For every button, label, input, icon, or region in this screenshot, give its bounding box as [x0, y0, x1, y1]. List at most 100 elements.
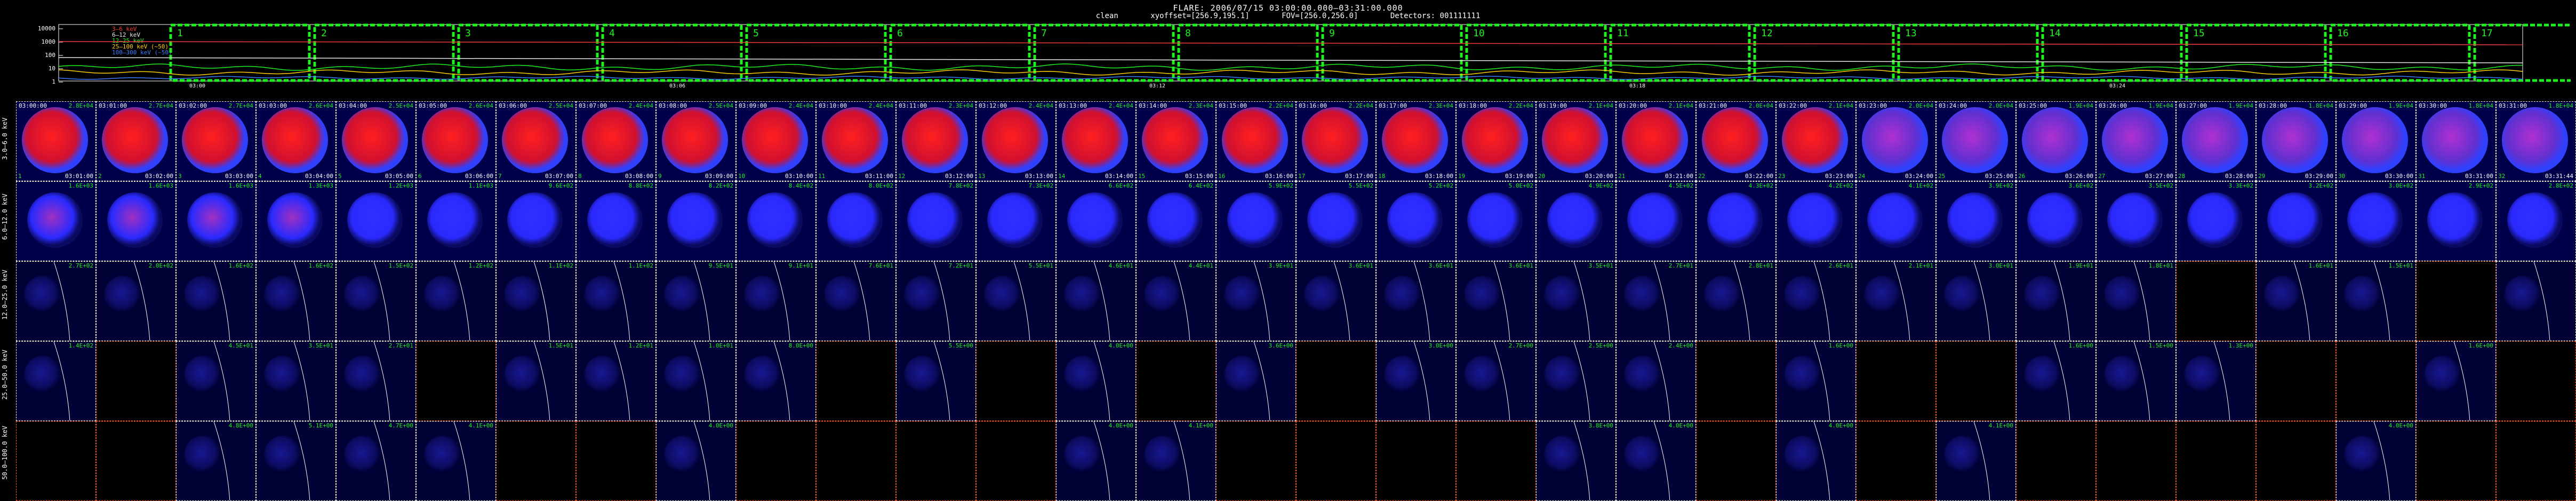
empty-image-cell[interactable] — [2256, 421, 2336, 501]
empty-image-cell[interactable] — [416, 341, 496, 421]
image-cell[interactable]: 03:27:00 03:28:00 1.9E+04 28 — [2176, 101, 2256, 181]
image-cell[interactable]: 1.6E+02 — [256, 261, 336, 341]
image-cell[interactable]: 4.5E+01 — [176, 341, 256, 421]
image-cell[interactable]: 5.2E+02 — [1376, 181, 1456, 261]
empty-image-cell[interactable] — [816, 421, 896, 501]
image-cell[interactable]: 03:05:00 03:06:00 2.6E+04 6 — [416, 101, 496, 181]
empty-image-cell[interactable] — [2096, 421, 2176, 501]
image-cell[interactable]: 03:25:00 03:26:00 1.9E+04 26 — [2016, 101, 2096, 181]
image-cell[interactable]: 03:28:00 03:29:00 1.8E+04 29 — [2256, 101, 2336, 181]
image-cell[interactable]: 03:23:00 03:24:00 2.0E+04 24 — [1856, 101, 1936, 181]
image-cell[interactable]: 03:11:00 03:12:00 2.3E+04 12 — [896, 101, 976, 181]
image-cell[interactable]: 3.9E+02 — [1936, 181, 2016, 261]
image-cell[interactable]: 3.9E+01 — [1216, 261, 1296, 341]
image-cell[interactable]: 1.6E+00 — [2416, 341, 2496, 421]
image-cell[interactable]: 03:02:00 03:03:00 2.7E+04 3 — [176, 101, 256, 181]
empty-image-cell[interactable] — [576, 421, 656, 501]
image-cell[interactable]: 3.6E+01 — [1296, 261, 1376, 341]
empty-image-cell[interactable] — [1856, 421, 1936, 501]
image-cell[interactable]: 5.5E+02 — [1296, 181, 1376, 261]
empty-image-cell[interactable] — [2336, 341, 2416, 421]
image-cell[interactable]: 1.2E+01 — [576, 341, 656, 421]
image-cell[interactable]: 4.6E+01 — [1056, 261, 1136, 341]
image-cell[interactable]: 03:15:00 03:16:00 2.2E+04 16 — [1216, 101, 1296, 181]
image-cell[interactable]: 9.6E+02 — [496, 181, 576, 261]
image-cell[interactable]: 1.5E+01 — [2336, 261, 2416, 341]
image-cell[interactable]: 7.2E+01 — [896, 261, 976, 341]
empty-image-cell[interactable] — [2176, 421, 2256, 501]
image-cell[interactable]: 1.2E+02 — [416, 261, 496, 341]
image-cell[interactable]: 8.8E+02 — [576, 181, 656, 261]
image-cell[interactable]: 8.4E+02 — [736, 181, 816, 261]
image-cell[interactable]: 3.2E+02 — [2256, 181, 2336, 261]
image-cell[interactable]: 1.8E+01 — [2096, 261, 2176, 341]
image-cell[interactable]: 1.1E+02 — [576, 261, 656, 341]
image-cell[interactable]: 7.8E+02 — [896, 181, 976, 261]
image-cell[interactable]: 3.0E+00 — [1376, 341, 1456, 421]
image-cell[interactable]: 4.0E+00 — [2336, 421, 2416, 501]
image-cell[interactable]: 6.4E+02 — [1136, 181, 1216, 261]
empty-image-cell[interactable] — [1856, 341, 1936, 421]
image-cell[interactable]: 5.5E+01 — [976, 261, 1056, 341]
image-cell[interactable]: 2.4E+00 — [1616, 341, 1696, 421]
empty-image-cell[interactable] — [2176, 261, 2256, 341]
empty-image-cell[interactable] — [96, 421, 176, 501]
image-cell[interactable]: 2.5E+00 — [1536, 341, 1616, 421]
image-cell[interactable]: 8.2E+02 — [656, 181, 736, 261]
image-cell[interactable]: 03:04:00 03:05:00 2.5E+04 5 — [336, 101, 416, 181]
empty-image-cell[interactable] — [736, 421, 816, 501]
image-cell[interactable]: 9.5E+01 — [656, 261, 736, 341]
image-cell[interactable]: 3.3E+02 — [2176, 181, 2256, 261]
image-cell[interactable]: 4.0E+00 — [656, 421, 736, 501]
image-cell[interactable]: 2.8E+01 — [1696, 261, 1776, 341]
image-cell[interactable]: 1.5E+01 — [496, 341, 576, 421]
image-cell[interactable]: 2.7E+01 — [336, 341, 416, 421]
image-cell[interactable]: 2.7E+00 — [1456, 341, 1536, 421]
image-cell[interactable]: 03:16:00 03:17:00 2.2E+04 17 — [1296, 101, 1376, 181]
image-cell[interactable]: 03:22:00 03:23:00 2.1E+04 23 — [1776, 101, 1856, 181]
image-cell[interactable]: 03:20:00 03:21:00 2.1E+04 21 — [1616, 101, 1696, 181]
image-cell[interactable]: 1.6E+01 — [2256, 261, 2336, 341]
image-cell[interactable]: 1.6E+00 — [2016, 341, 2096, 421]
image-cell[interactable]: 2.7E+01 — [1616, 261, 1696, 341]
image-cell[interactable]: 5.1E+00 — [256, 421, 336, 501]
image-cell[interactable]: 3.0E+02 — [2336, 181, 2416, 261]
image-cell[interactable]: 4.1E+02 — [1856, 181, 1936, 261]
image-cell[interactable]: 4.1E+00 — [1136, 421, 1216, 501]
image-cell[interactable]: 1.4E+02 — [16, 341, 96, 421]
empty-image-cell[interactable] — [1696, 341, 1776, 421]
image-cell[interactable]: 2.7E+02 — [16, 261, 96, 341]
image-cell[interactable]: 4.2E+02 — [1776, 181, 1856, 261]
empty-image-cell[interactable] — [2496, 341, 2576, 421]
empty-image-cell[interactable] — [1296, 341, 1376, 421]
image-cell[interactable]: 1.0E+01 — [656, 341, 736, 421]
image-cell[interactable]: 4.0E+00 — [1056, 421, 1136, 501]
image-cell[interactable]: 03:09:00 03:10:00 2.4E+04 10 — [736, 101, 816, 181]
image-cell[interactable]: 03:19:00 03:20:00 2.1E+04 20 — [1536, 101, 1616, 181]
image-cell[interactable]: 03:26:00 03:27:00 1.9E+04 27 — [2096, 101, 2176, 181]
image-cell[interactable]: 4.3E+02 — [1696, 181, 1776, 261]
image-cell[interactable]: 4.5E+02 — [1616, 181, 1696, 261]
image-cell[interactable]: 1.1E+02 — [496, 261, 576, 341]
image-cell[interactable]: 2.1E+01 — [1856, 261, 1936, 341]
empty-image-cell[interactable] — [1936, 341, 2016, 421]
image-cell[interactable]: 1.5E+00 — [2096, 341, 2176, 421]
image-cell[interactable]: 1.3E+03 — [256, 181, 336, 261]
image-cell[interactable]: 2.0E+02 — [96, 261, 176, 341]
image-cell[interactable]: 03:07:00 03:08:00 2.4E+04 8 — [576, 101, 656, 181]
empty-image-cell[interactable] — [976, 421, 1056, 501]
image-cell[interactable]: 3.6E+00 — [1216, 341, 1296, 421]
empty-image-cell[interactable] — [496, 421, 576, 501]
image-cell[interactable]: 6.6E+02 — [1056, 181, 1136, 261]
image-cell[interactable]: 3.5E+01 — [256, 341, 336, 421]
image-cell[interactable]: 03:29:00 03:30:00 1.9E+04 30 — [2336, 101, 2416, 181]
empty-image-cell[interactable] — [896, 421, 976, 501]
image-cell[interactable]: 03:06:00 03:07:00 2.5E+04 7 — [496, 101, 576, 181]
image-cell[interactable]: 4.0E+00 — [1056, 341, 1136, 421]
empty-image-cell[interactable] — [2416, 421, 2496, 501]
image-cell[interactable]: 2.8E+02 — [2496, 181, 2576, 261]
image-cell[interactable]: 03:30:00 03:31:00 1.8E+04 31 — [2416, 101, 2496, 181]
image-cell[interactable]: 4.8E+00 — [176, 421, 256, 501]
image-cell[interactable]: 3.0E+01 — [1936, 261, 2016, 341]
image-cell[interactable]: 5.0E+02 — [1456, 181, 1536, 261]
